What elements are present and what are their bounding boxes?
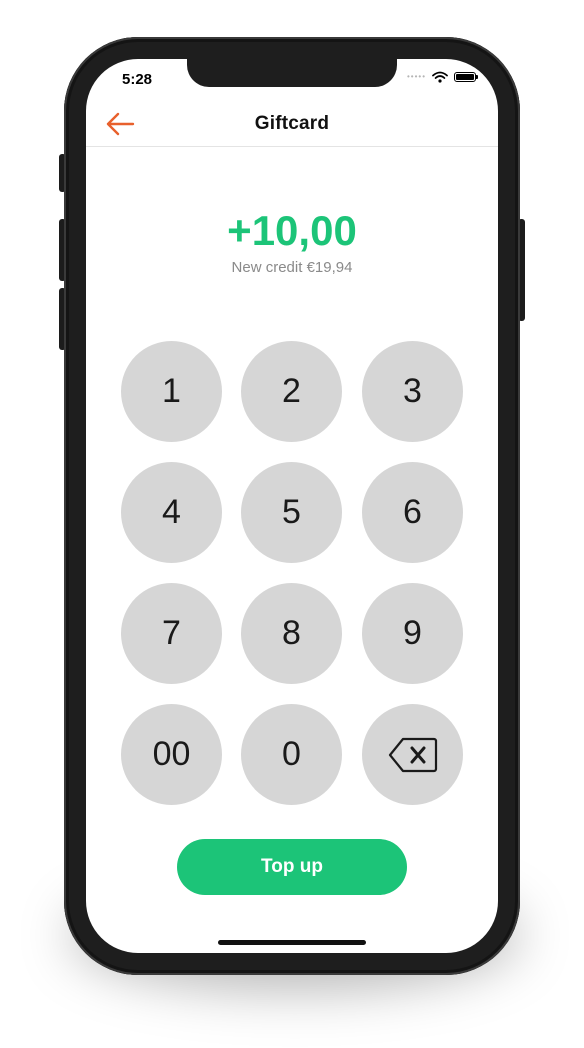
key-3[interactable]: 3	[362, 341, 463, 442]
credit-amount: +10,00	[227, 207, 357, 254]
backspace-key[interactable]	[362, 704, 463, 805]
wifi-icon	[432, 71, 448, 83]
notch	[187, 59, 397, 87]
backspace-icon	[388, 737, 437, 772]
status-time: 5:28	[122, 71, 153, 88]
phone-screen: 5:28 ••••• Giftcard +10,00 New credit €1…	[86, 59, 498, 953]
key-2[interactable]: 2	[241, 341, 342, 442]
new-credit-label: New credit €19,94	[231, 259, 353, 276]
top-up-button[interactable]: Top up	[177, 839, 407, 895]
status-icons: •••••	[406, 71, 478, 83]
navigation-bar: Giftcard	[86, 101, 498, 147]
key-1[interactable]: 1	[121, 341, 222, 442]
key-5[interactable]: 5	[241, 462, 342, 563]
battery-level-fill	[456, 74, 474, 80]
battery-icon	[454, 72, 478, 82]
key-00[interactable]: 00	[121, 704, 222, 805]
key-7[interactable]: 7	[121, 583, 222, 684]
key-9[interactable]: 9	[362, 583, 463, 684]
home-indicator	[218, 940, 366, 945]
key-0[interactable]: 0	[241, 704, 342, 805]
key-8[interactable]: 8	[241, 583, 342, 684]
signal-dots-icon: •••••	[406, 72, 426, 81]
page-title: Giftcard	[254, 113, 330, 134]
key-4[interactable]: 4	[121, 462, 222, 563]
key-6[interactable]: 6	[362, 462, 463, 563]
